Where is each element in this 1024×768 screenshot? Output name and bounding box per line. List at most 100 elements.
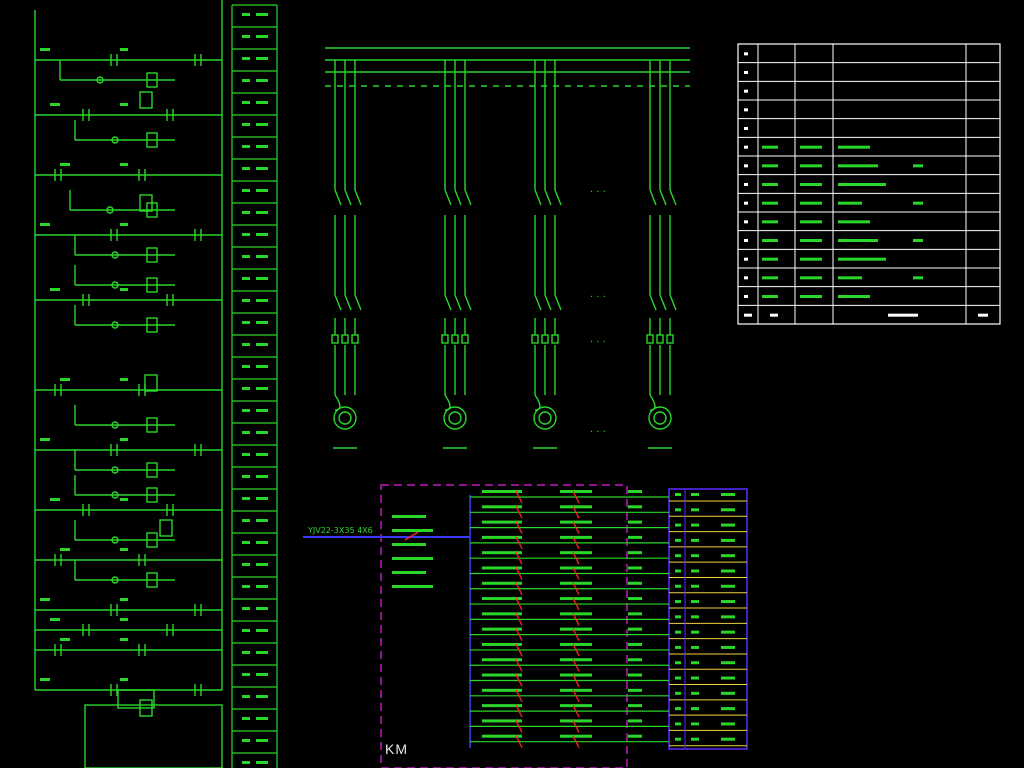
label-mark <box>628 520 642 524</box>
label-mark <box>392 515 426 518</box>
label-mark <box>120 378 128 381</box>
label-mark <box>628 490 642 493</box>
label-mark <box>256 387 268 390</box>
label-mark <box>744 257 748 261</box>
label-mark <box>691 493 699 496</box>
label-mark <box>691 508 699 512</box>
lower-circuit-box <box>84 704 223 768</box>
relay-coil-icon <box>144 374 158 392</box>
label-mark <box>242 563 250 566</box>
label-mark <box>628 688 642 692</box>
contactor-icon <box>554 294 562 311</box>
label-mark <box>40 598 50 601</box>
label-mark <box>256 475 268 478</box>
label-mark <box>242 57 250 60</box>
label-mark <box>770 313 778 317</box>
label-mark <box>628 535 642 539</box>
ladder-label-column <box>231 4 278 768</box>
label-mark <box>675 630 681 634</box>
label-mark <box>242 761 250 764</box>
label-mark <box>721 569 735 573</box>
thermal-relay <box>451 334 459 344</box>
label-mark <box>762 183 778 186</box>
label-mark <box>675 523 681 527</box>
label-mark <box>838 295 870 298</box>
power-distribution-schematic: · · · · · · · · · · · · <box>325 47 690 449</box>
label-mark <box>721 676 735 680</box>
label-mark <box>628 551 642 555</box>
thermal-relay <box>461 334 469 344</box>
label-mark <box>256 101 268 104</box>
label-mark <box>913 201 923 205</box>
label-mark <box>560 535 592 539</box>
label-mark <box>800 183 822 186</box>
ellipsis: · · · <box>590 187 606 198</box>
label-mark <box>120 288 128 291</box>
label-mark <box>256 343 268 346</box>
breaker-icon <box>659 189 667 206</box>
motor-branch <box>531 60 562 449</box>
contactor-icon <box>454 294 462 311</box>
label-mark <box>721 691 735 695</box>
label-mark <box>560 551 592 555</box>
label-mark <box>40 678 50 681</box>
label-mark <box>691 600 699 604</box>
label-mark <box>256 167 268 170</box>
label-mark <box>888 313 918 317</box>
label-mark <box>691 554 699 558</box>
thermal-relay <box>341 334 349 344</box>
label-mark <box>256 431 268 434</box>
label-mark <box>120 498 128 501</box>
label-mark <box>392 543 426 546</box>
label-mark <box>721 554 735 558</box>
label-mark <box>762 295 778 298</box>
label-mark <box>691 569 699 573</box>
label-mark <box>691 707 699 711</box>
contactor-icon <box>659 294 667 311</box>
label-mark <box>675 691 681 695</box>
label-mark <box>675 538 681 542</box>
label-mark <box>256 211 268 214</box>
label-mark <box>800 257 822 261</box>
label-mark <box>744 183 748 186</box>
motor-icon <box>648 406 672 430</box>
label-mark <box>675 707 681 711</box>
label-mark <box>800 276 822 280</box>
label-mark <box>560 642 592 646</box>
label-mark <box>256 233 268 236</box>
label-mark <box>560 658 592 662</box>
label-mark <box>242 277 250 280</box>
label-mark <box>242 255 250 258</box>
label-mark <box>256 409 268 412</box>
label-mark <box>242 211 250 214</box>
label-mark <box>256 717 268 720</box>
breaker-icon <box>334 189 342 206</box>
label-mark <box>392 571 426 574</box>
label-mark <box>256 145 268 148</box>
label-mark <box>675 661 681 665</box>
label-mark <box>691 691 699 695</box>
label-mark <box>744 71 748 74</box>
label-mark <box>242 651 250 654</box>
label-mark <box>256 123 268 126</box>
motor-lead <box>649 394 656 411</box>
label-mark <box>628 673 642 677</box>
motor-icon <box>448 411 462 425</box>
label-mark <box>256 629 268 632</box>
label-mark <box>256 79 268 82</box>
label-mark <box>628 505 642 509</box>
label-mark <box>242 409 250 412</box>
label-mark <box>242 365 250 368</box>
label-mark <box>691 737 699 741</box>
label-mark <box>242 629 250 632</box>
label-mark <box>120 103 128 106</box>
label-mark <box>628 719 642 723</box>
contactor-icon <box>444 294 452 311</box>
label-mark <box>838 183 886 186</box>
label-mark <box>256 607 268 610</box>
label-mark <box>721 538 735 542</box>
label-mark <box>762 276 778 280</box>
label-mark <box>721 707 735 711</box>
label-mark <box>628 581 642 585</box>
label-mark <box>762 145 778 149</box>
